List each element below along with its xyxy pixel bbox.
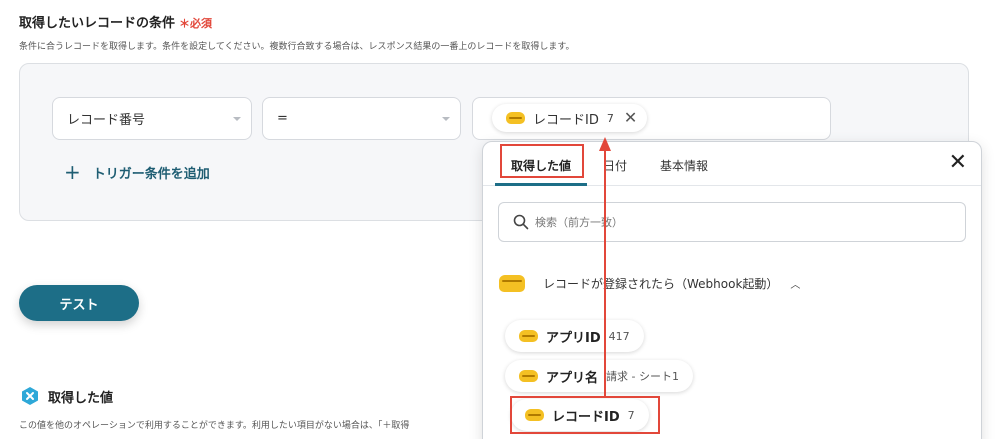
value-item-label: アプリ名 [546,370,599,386]
kintone-icon [499,275,525,292]
value-item-app-id[interactable]: アプリID 417 [505,320,644,352]
active-tab-underline [495,183,587,186]
required-mark: ＊必須 [179,17,213,30]
chevron-down-icon [233,117,241,121]
search-input[interactable]: 検索（前方一致） [498,202,966,242]
section-title: 取得したいレコードの条件 ＊必須 [19,12,212,31]
kintone-icon [506,112,525,124]
trigger-group-label: レコードが登録されたら（Webhook起動） [543,277,779,291]
close-icon[interactable]: ✕ [949,152,967,174]
chevron-down-icon [442,117,450,121]
popup-tabs: 取得した値 日付 基本情報 ✕ [483,142,981,186]
plus-icon: + [64,160,81,184]
field-select-value: レコード番号 [67,113,146,128]
value-item-label: アプリID [546,330,601,346]
close-icon[interactable]: ✕ [624,110,637,126]
value-chip-value: 7 [606,111,614,125]
value-item-value: 請求 - シート1 [606,370,679,383]
obtained-values-title: 取得した値 [20,386,113,406]
tab-obtained-values[interactable]: 取得した値 [511,157,571,174]
chevron-up-icon[interactable]: ︿ [790,276,800,291]
add-trigger-condition-button[interactable]: + トリガー条件を追加 [64,162,210,182]
section-description: 条件に合うレコードを取得します。条件を設定してください。複数行合致する場合は、レ… [19,42,575,52]
value-item-record-id[interactable]: レコードID 7 [511,399,649,431]
x-badge-icon [22,387,38,405]
search-icon [513,214,529,230]
tab-basic-info[interactable]: 基本情報 [660,157,708,174]
kintone-icon [519,370,538,382]
tab-date[interactable]: 日付 [603,157,627,174]
operator-select-value: = [277,111,288,126]
value-chip-label: レコードID [533,112,599,128]
field-select[interactable]: レコード番号 [52,97,252,140]
obtained-values-description: この値を他のオペレーションで利用することができます。利用したい項目がない場合は、… [19,421,410,431]
value-item-value: 7 [627,408,635,422]
value-chip[interactable]: レコードID 7 ✕ [492,104,648,132]
add-trigger-label: トリガー条件を追加 [92,166,210,182]
value-picker-popup: 取得した値 日付 基本情報 ✕ 検索（前方一致） レコードが登録されたら（Web… [482,141,982,439]
search-placeholder: 検索（前方一致） [535,216,623,229]
operator-select[interactable]: = [262,97,461,140]
value-item-value: 417 [608,329,630,343]
test-button[interactable]: テスト [19,285,139,321]
value-item-app-name[interactable]: アプリ名 請求 - シート1 [505,360,693,392]
trigger-group-header[interactable]: レコードが登録されたら（Webhook起動） ︿ [499,275,800,292]
obtained-values-title-text: 取得した値 [48,390,114,406]
value-item-label: レコードID [552,409,620,425]
kintone-icon [519,330,538,342]
section-title-text: 取得したいレコードの条件 [19,16,176,31]
kintone-icon [525,409,544,421]
